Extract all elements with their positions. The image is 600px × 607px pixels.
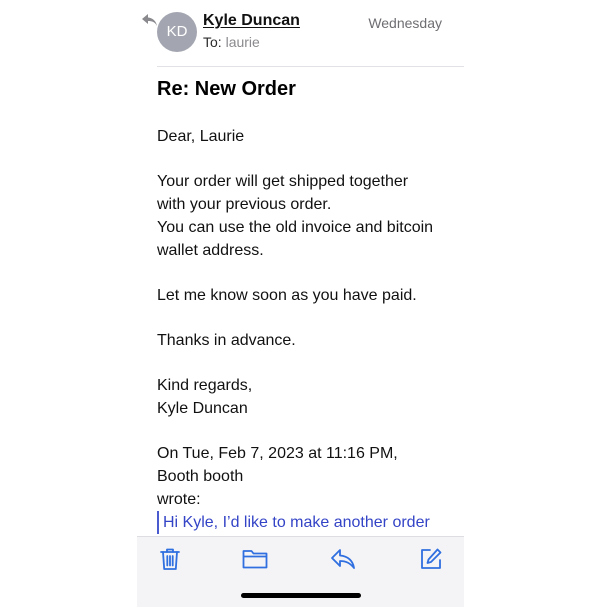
recipient[interactable]: laurie (226, 34, 260, 50)
reply-icon[interactable] (330, 546, 356, 572)
quote-header-line-3: wrote: (157, 491, 201, 508)
paragraph-1-line-2: with your previous order. (157, 196, 332, 213)
paragraph-1-line-4: wallet address. (157, 242, 264, 259)
paragraph-3: Thanks in advance. (157, 332, 296, 349)
signoff-block: Kind regards, Kyle Duncan (157, 374, 457, 420)
paragraph-2: Let me know soon as you have paid. (157, 287, 417, 304)
reply-arrow-icon (141, 13, 159, 29)
folder-icon[interactable] (242, 546, 268, 572)
quote-header-line-1: On Tue, Feb 7, 2023 at 11:16 PM, (157, 445, 398, 462)
quoted-message: Hi Kyle, I’d like to make another order (157, 511, 457, 534)
paragraph-1: Your order will get shipped together wit… (157, 170, 457, 262)
quote-header: On Tue, Feb 7, 2023 at 11:16 PM, Booth b… (157, 442, 457, 511)
header-divider (157, 66, 464, 67)
to-label: To: (203, 34, 222, 50)
paragraph-1-line-3: You can use the old invoice and bitcoin (157, 219, 434, 236)
signoff: Kind regards, (157, 377, 253, 394)
quote-header-line-2: Booth booth (157, 468, 244, 485)
subject: Re: New Order (157, 78, 296, 100)
mail-screen: KD Kyle Duncan To: laurie Wednesday Re: … (137, 0, 464, 607)
message-date: Wednesday (368, 15, 442, 31)
home-indicator[interactable] (241, 593, 361, 598)
paragraph-1-line-1: Your order will get shipped together (157, 173, 409, 190)
signature: Kyle Duncan (157, 400, 248, 417)
trash-icon[interactable] (157, 546, 183, 572)
message-body: Dear, Laurie Your order will get shipped… (157, 125, 457, 534)
to-line: To: laurie (203, 34, 260, 50)
compose-icon[interactable] (418, 546, 444, 572)
avatar[interactable]: KD (157, 12, 197, 52)
greeting: Dear, Laurie (157, 128, 245, 145)
sender-name[interactable]: Kyle Duncan (203, 12, 300, 30)
